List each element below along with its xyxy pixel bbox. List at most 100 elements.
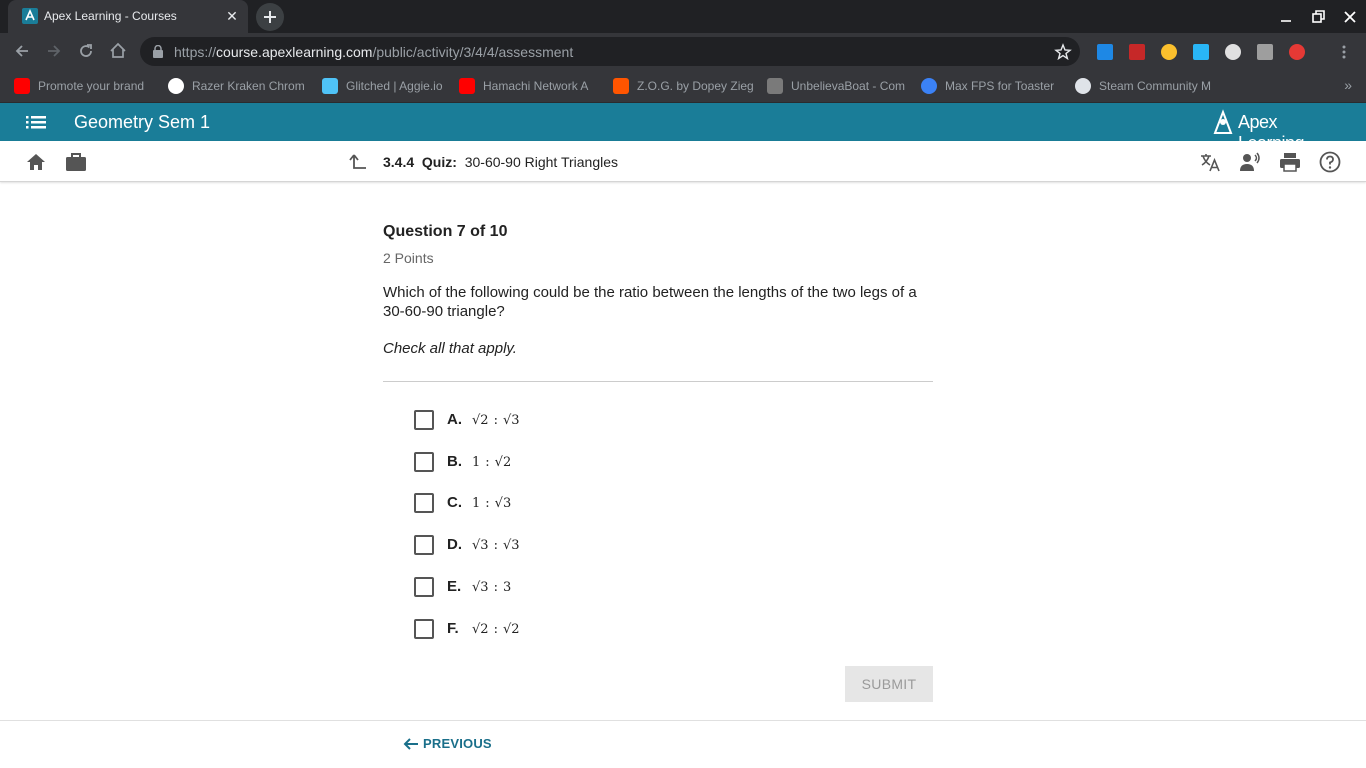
ratio-left: 1 — [472, 496, 481, 511]
answer-choice[interactable]: E. √3:3 — [414, 576, 714, 598]
choice-letter: F. — [447, 620, 459, 637]
ratio-left: 1 — [472, 455, 481, 470]
lock-icon — [153, 45, 163, 58]
bookmarks-overflow-icon[interactable]: » — [1344, 77, 1352, 93]
ratio-colon: : — [493, 538, 498, 553]
question-heading: Question 7 of 10 — [383, 223, 508, 240]
choice-letter: D. — [447, 536, 462, 553]
tab-title: Apex Learning - Courses — [44, 9, 177, 23]
restore-icon[interactable] — [1308, 7, 1328, 27]
checkbox[interactable] — [414, 493, 434, 513]
youtube-icon — [459, 78, 475, 94]
browser-toolbar: https://course.apexlearning.com/public/a… — [0, 33, 1366, 70]
back-arrow-icon[interactable] — [12, 41, 32, 61]
choice-ratio: 1: √2 — [472, 455, 511, 470]
checkbox[interactable] — [414, 535, 434, 555]
course-title: Geometry Sem 1 — [74, 112, 211, 132]
checkbox[interactable] — [414, 619, 434, 639]
divider — [383, 381, 933, 382]
reload-icon[interactable] — [76, 41, 96, 61]
bookmark-item[interactable]: Steam Community M — [1075, 78, 1215, 94]
translate-icon[interactable] — [1199, 151, 1221, 173]
bookmark-item[interactable]: Razer Kraken Chrom — [168, 78, 308, 94]
bookmark-item[interactable]: Hamachi Network A — [459, 78, 599, 94]
bookmark-item[interactable]: Max FPS for Toaster — [921, 78, 1061, 94]
print-icon[interactable] — [1279, 151, 1301, 173]
answer-choice[interactable]: B. 1: √2 — [414, 451, 714, 473]
help-icon[interactable] — [1319, 151, 1341, 173]
puzzle-extension-icon[interactable] — [1257, 44, 1273, 60]
more-menu-icon[interactable] — [1336, 44, 1352, 60]
bookmark-item[interactable]: Z.O.G. by Dopey Zieg — [613, 78, 753, 94]
answer-choice[interactable]: D. √3: √3 — [414, 534, 714, 556]
checkbox[interactable] — [414, 577, 434, 597]
address-bar[interactable]: https://course.apexlearning.com/public/a… — [140, 37, 1080, 66]
bookmark-item[interactable]: Promote your brand — [14, 78, 154, 94]
steam-icon — [1075, 78, 1091, 94]
up-level-icon[interactable] — [347, 151, 369, 173]
home-icon[interactable] — [108, 41, 128, 61]
tab-close-icon[interactable]: ✕ — [224, 8, 240, 24]
bookmark-item[interactable]: Glitched | Aggie.io — [322, 78, 452, 94]
apex-logo: Apex Learning — [1212, 109, 1342, 153]
ratio-colon: : — [485, 455, 490, 470]
google-icon — [168, 78, 184, 94]
apex-favicon-icon — [22, 8, 38, 24]
footer-divider — [0, 720, 1366, 721]
ratio-right: √2 — [494, 455, 512, 470]
home-icon[interactable] — [25, 151, 47, 173]
submit-button[interactable]: SUBMIT — [845, 666, 933, 702]
url-text: https://course.apexlearning.com/public/a… — [174, 44, 574, 60]
honey-extension-icon[interactable] — [1161, 44, 1177, 60]
ratio-right: √2 — [502, 622, 520, 637]
bookmark-star-icon[interactable] — [1054, 43, 1072, 61]
forward-arrow-icon[interactable] — [44, 41, 64, 61]
ratio-colon: : — [485, 496, 490, 511]
ratio-left: √3 — [472, 538, 489, 553]
activity-title: 3.4.4 Quiz: 30-60-90 Right Triangles — [383, 154, 619, 170]
arrow-extension-icon[interactable] — [1193, 44, 1209, 60]
ratio-colon: : — [493, 622, 498, 637]
globe-icon — [921, 78, 937, 94]
browser-tab[interactable]: Apex Learning - Courses ✕ — [8, 0, 248, 33]
activity-bar: 3.4.4 Quiz: 30-60-90 Right Triangles — [0, 141, 1366, 182]
answer-choice[interactable]: A. √2: √3 — [414, 409, 714, 431]
checkbox[interactable] — [414, 452, 434, 472]
choice-letter: C. — [447, 494, 462, 511]
choice-ratio: √3: √3 — [472, 538, 520, 553]
ratio-left: √2 — [472, 622, 489, 637]
ratio-right: 3 — [502, 580, 512, 595]
menu-icon[interactable] — [26, 113, 46, 131]
minimize-icon[interactable] — [1276, 7, 1296, 27]
youtube-icon — [14, 78, 30, 94]
question-instruction: Check all that apply. — [383, 340, 517, 357]
bookmark-item[interactable]: UnbelievaBoat - Com — [767, 78, 907, 94]
choice-ratio: √2: √3 — [472, 413, 520, 428]
close-window-icon[interactable] — [1340, 7, 1360, 27]
checkbox[interactable] — [414, 410, 434, 430]
aggie-icon — [322, 78, 338, 94]
answer-choice[interactable]: F. √2: √2 — [414, 618, 714, 640]
choice-ratio: √2: √2 — [472, 622, 520, 637]
unbelievaboat-icon — [767, 78, 783, 94]
choice-ratio: 1: √3 — [472, 496, 511, 511]
chart-extension-icon[interactable] — [1129, 44, 1145, 60]
ratio-right: √3 — [502, 538, 520, 553]
choice-ratio: √3:3 — [472, 580, 511, 595]
briefcase-icon[interactable] — [65, 151, 87, 173]
ratio-right: √3 — [502, 413, 520, 428]
choice-letter: E. — [447, 578, 462, 595]
new-tab-button[interactable] — [256, 3, 284, 31]
chat-extension-icon[interactable] — [1225, 44, 1241, 60]
ratio-left: √3 — [472, 580, 489, 595]
read-aloud-icon[interactable] — [1239, 151, 1261, 173]
ratio-left: √2 — [472, 413, 489, 428]
adblock-extension-icon[interactable] — [1289, 44, 1305, 60]
ratio-colon: : — [493, 413, 498, 428]
apex-mascot-icon — [1213, 109, 1233, 134]
answer-choice[interactable]: C. 1: √3 — [414, 492, 714, 514]
ratio-colon: : — [493, 580, 498, 595]
browser-tabstrip: Apex Learning - Courses ✕ — [0, 0, 1366, 33]
skype-extension-icon[interactable] — [1097, 44, 1113, 60]
ratio-right: √3 — [494, 496, 512, 511]
